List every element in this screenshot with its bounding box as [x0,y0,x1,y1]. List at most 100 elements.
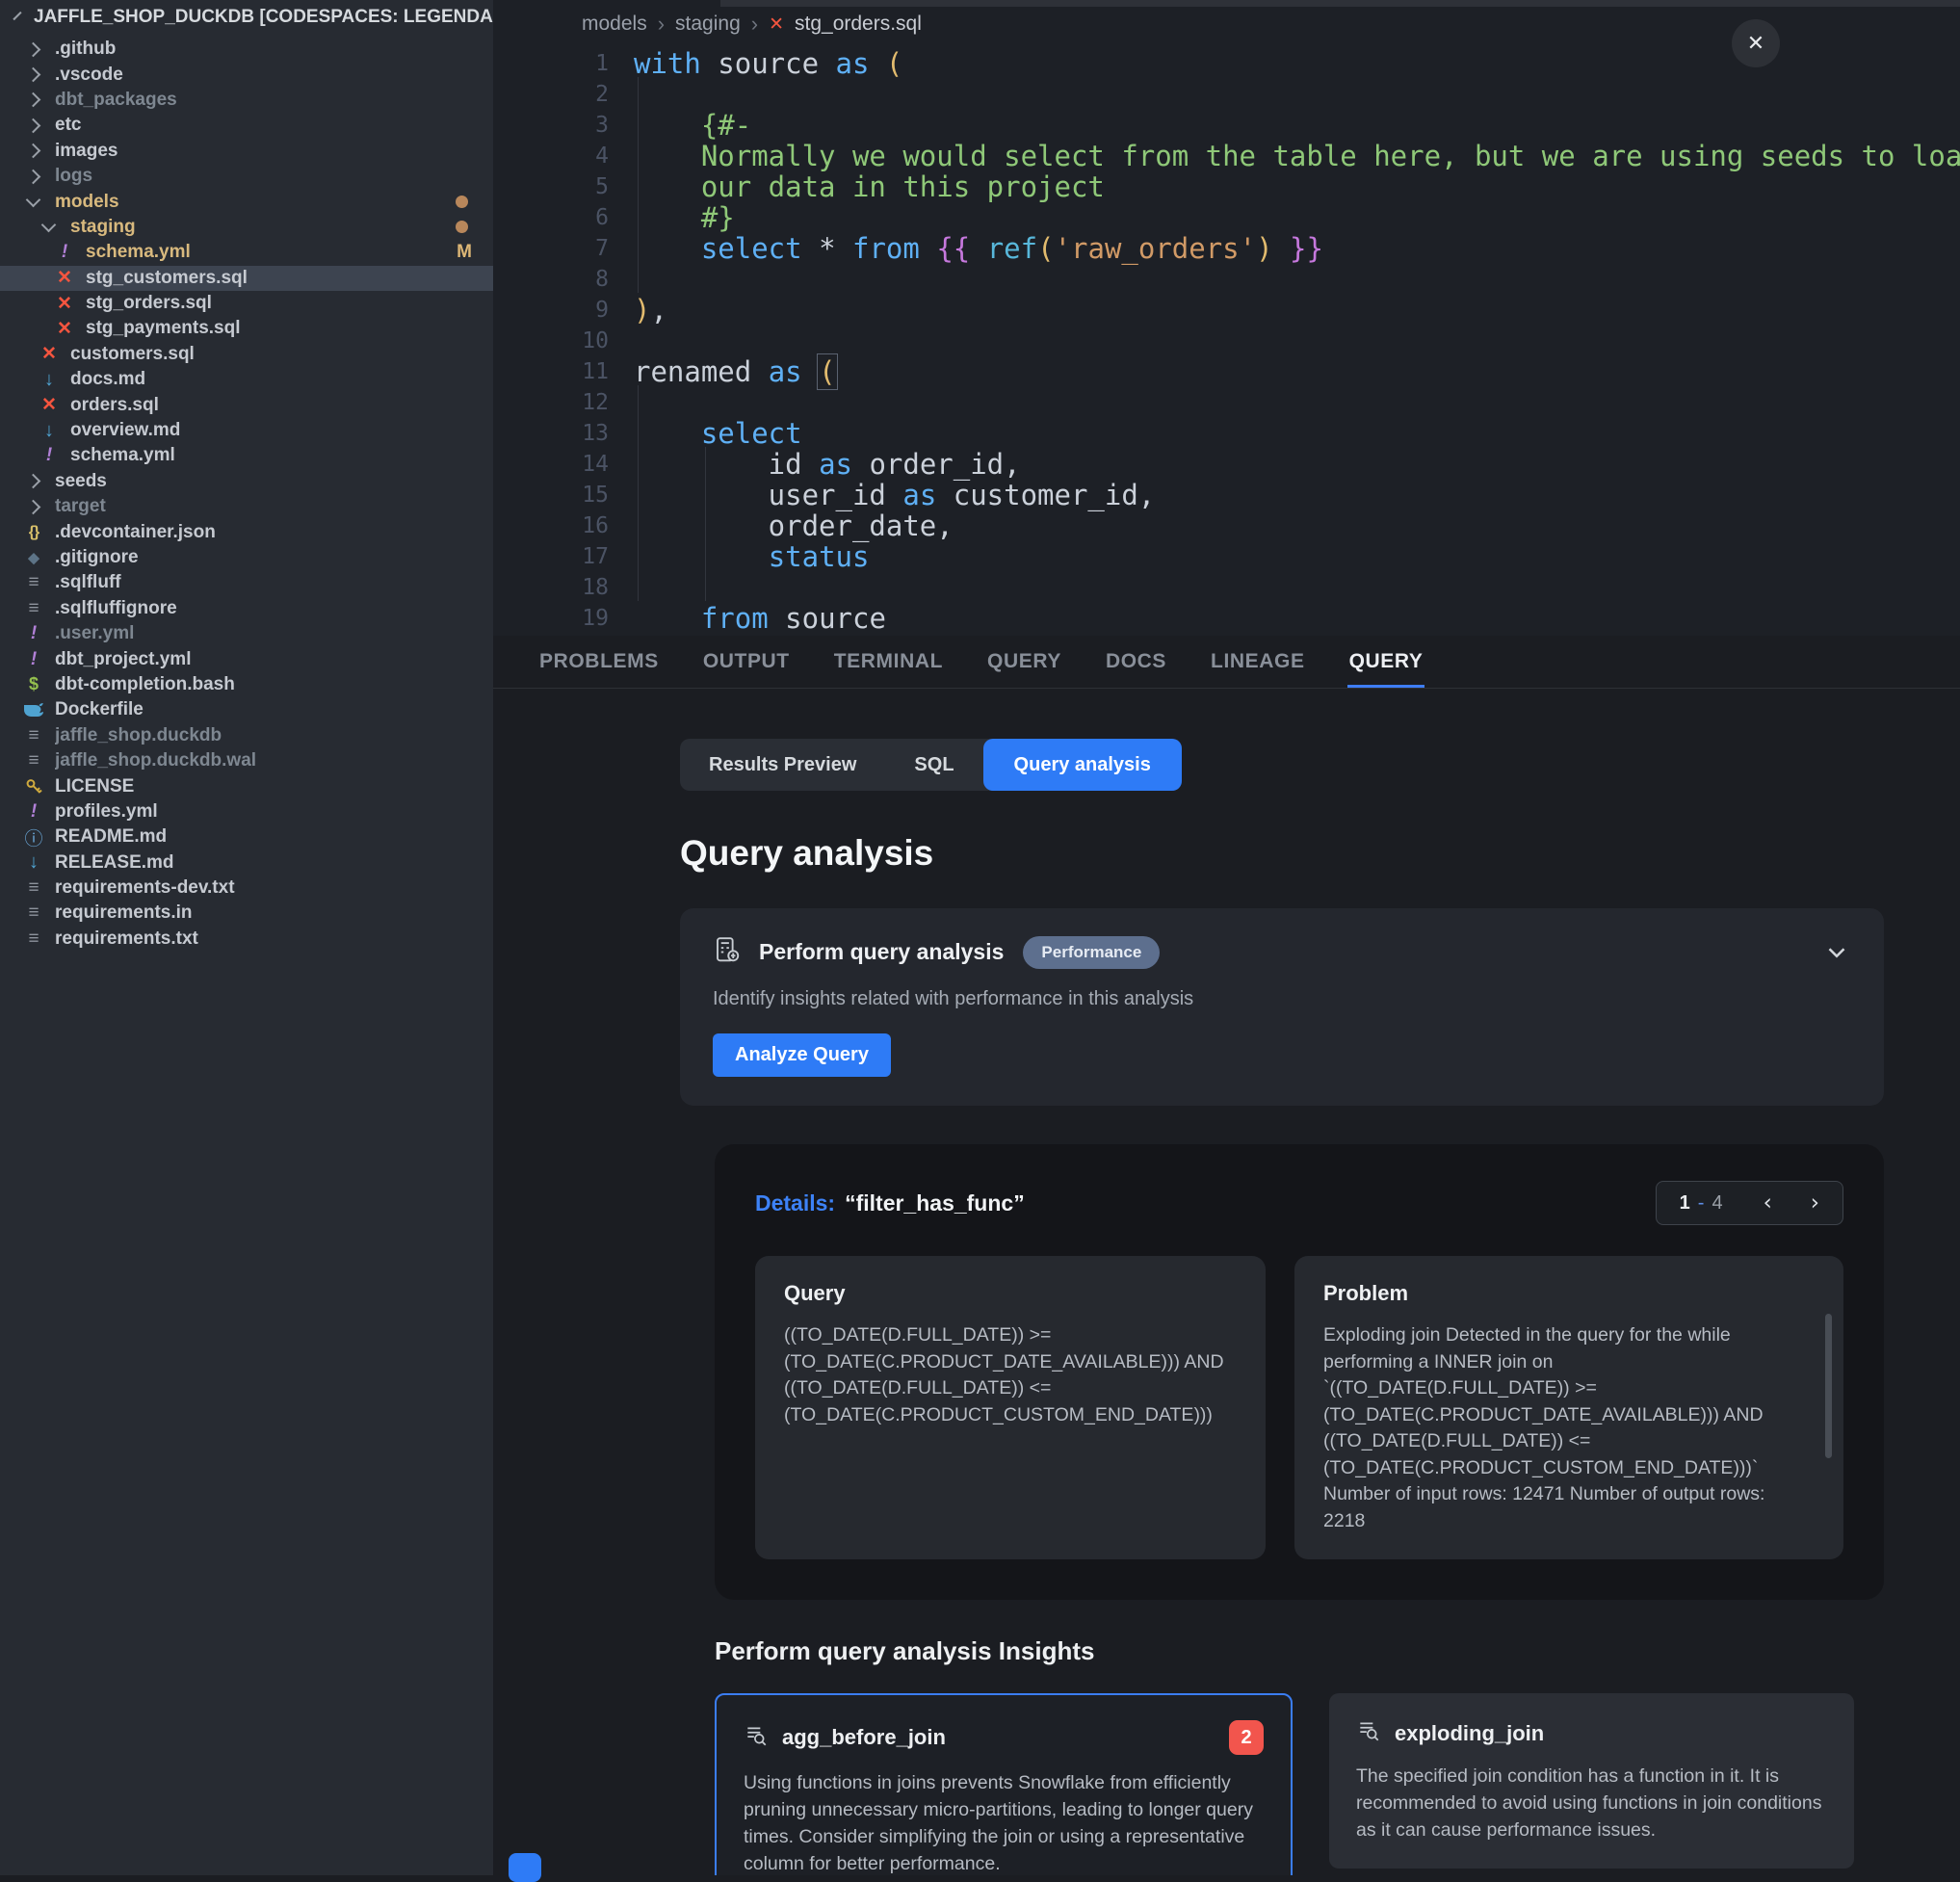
tree-file-profiles.yml[interactable]: !profiles.yml [0,799,493,824]
tree-folder-seeds[interactable]: seeds [0,469,493,494]
panel-tab-query-active[interactable]: QUERY [1349,650,1424,673]
code-text: select * from {{ ref('raw_orders') }} [634,233,1323,264]
tree-folder-etc[interactable]: etc [0,113,493,138]
tree-file-.sqlfluffignore[interactable]: ≡.sqlfluffignore [0,596,493,621]
tree-file-RELEASE.md[interactable]: ↓RELEASE.md [0,850,493,876]
code-line[interactable]: 7 select * from {{ ref('raw_orders') }} [493,233,1960,264]
tree-file-schema.yml[interactable]: !schema.yml [0,443,493,468]
code-line[interactable]: 15 user_id as customer_id, [493,480,1960,510]
tree-item-label: schema.yml [70,445,175,466]
tree-item-label: orders.sql [70,395,159,416]
tree-file-requirements.in[interactable]: ≡requirements.in [0,901,493,926]
tree-file-requirements-dev.txt[interactable]: ≡requirements-dev.txt [0,876,493,901]
tree-file-.gitignore[interactable]: ◆.gitignore [0,545,493,570]
code-line[interactable]: 6 #} [493,202,1960,233]
tree-item-label: docs.md [70,369,145,390]
chevron-left-icon[interactable]: ‹ [1764,1190,1772,1215]
project-title: JAFFLE_SHOP_DUCKDB [CODESPACES: LEGENDAR… [34,7,493,28]
tree-file-orders.sql[interactable]: ✕orders.sql [0,392,493,417]
code-line[interactable]: 9), [493,295,1960,326]
tree-item-label: jaffle_shop.duckdb.wal [55,750,256,771]
scrollbar-thumb[interactable] [1825,1314,1832,1458]
tree-file-jaffle_shop.duckdb.wal[interactable]: ≡jaffle_shop.duckdb.wal [0,748,493,773]
code-line[interactable]: 13 select [493,418,1960,449]
code-line[interactable]: 8 [493,264,1960,295]
panel-tab-terminal[interactable]: TERMINAL [834,650,943,673]
code-line[interactable]: 18 [493,572,1960,603]
breadcrumb-file[interactable]: stg_orders.sql [795,13,922,36]
tree-item-label: .devcontainer.json [55,522,216,543]
page-current: 1 [1680,1192,1690,1215]
details-rule-name: “filter_has_func” [845,1190,1025,1216]
tree-file-README.md[interactable]: ⓘREADME.md [0,824,493,850]
code-line[interactable]: 12 [493,387,1960,418]
tree-file-.user.yml[interactable]: !.user.yml [0,621,493,646]
insight-body: Using functions in joins prevents Snowfl… [744,1769,1264,1875]
code-text: select [634,418,802,449]
code-line[interactable]: 16 order_date, [493,510,1960,541]
git-status-badge: M [457,242,472,263]
cutoff-blue-element[interactable] [509,1853,541,1882]
panel-tab-lineage[interactable]: LINEAGE [1211,650,1305,673]
tree-item-label: stg_payments.sql [86,318,241,339]
code-line[interactable]: 10 [493,326,1960,356]
tree-folder-dbt_packages[interactable]: dbt_packages [0,88,493,113]
page-title: Query analysis [680,833,1960,874]
panel-tab-problems[interactable]: PROBLEMS [539,650,659,673]
tree-file-docs.md[interactable]: ↓docs.md [0,367,493,392]
tree-folder-staging[interactable]: staging [0,215,493,240]
analyze-query-button[interactable]: Analyze Query [713,1033,891,1077]
tree-file-.devcontainer.json[interactable]: {}.devcontainer.json [0,519,493,544]
tree-file-dbt_project.yml[interactable]: !dbt_project.yml [0,646,493,671]
breadcrumb-folder[interactable]: staging [675,13,741,36]
tree-file-customers.sql[interactable]: ✕customers.sql [0,342,493,367]
tree-folder-target[interactable]: target [0,494,493,519]
code-line[interactable]: 11renamed as ( [493,356,1960,387]
project-title-row[interactable]: JAFFLE_SHOP_DUCKDB [CODESPACES: LEGENDAR… [0,0,493,35]
tree-file-.sqlfluff[interactable]: ≡.sqlfluff [0,570,493,595]
query-card-body: ((TO_DATE(D.FULL_DATE)) >= (TO_DATE(C.PR… [784,1322,1237,1428]
indent-guide [638,77,639,293]
chevron-right-icon[interactable]: › [1811,1190,1819,1215]
page-separator: - [1698,1192,1705,1215]
code-line[interactable]: 4 Normally we would select from the tabl… [493,141,1960,171]
panel-tab-output[interactable]: OUTPUT [703,650,790,673]
code-line[interactable]: 2 [493,79,1960,110]
tree-folder-logs[interactable]: logs [0,164,493,189]
tree-file-requirements.txt[interactable]: ≡requirements.txt [0,927,493,952]
tree-file-schema.yml[interactable]: !schema.ymlM [0,240,493,265]
breadcrumb-folder[interactable]: models [582,13,647,36]
tree-folder-.vscode[interactable]: .vscode [0,62,493,87]
panel-tab-query[interactable]: QUERY [987,650,1061,673]
tree-folder-models[interactable]: models [0,189,493,214]
tree-folder-images[interactable]: images [0,139,493,164]
panel-tab-docs[interactable]: DOCS [1106,650,1166,673]
tree-file-LICENSE[interactable]: LICENSE [0,773,493,798]
breadcrumb[interactable]: models›staging›✕stg_orders.sql [582,12,922,37]
tree-file-stg_payments.sql[interactable]: ✕stg_payments.sql [0,316,493,341]
code-line[interactable]: 5 our data in this project [493,171,1960,202]
code-area[interactable]: 1with source as (23 {#-4 Normally we wou… [493,48,1960,634]
tree-file-dbt-completion.bash[interactable]: $dbt-completion.bash [0,672,493,697]
tree-folder-.github[interactable]: .github [0,37,493,62]
lines-icon: ≡ [21,572,46,593]
code-editor: models›staging›✕stg_orders.sql 1with sou… [493,0,1960,636]
tree-file-jaffle_shop.duckdb[interactable]: ≡jaffle_shop.duckdb [0,723,493,748]
view-tab-query-analysis[interactable]: Query analysis [983,739,1182,791]
code-line[interactable]: 3 {#- [493,110,1960,141]
code-line[interactable]: 14 id as order_id, [493,449,1960,480]
view-tab-sql[interactable]: SQL [885,754,982,776]
insight-card-exploding_join[interactable]: exploding_joinThe specified join conditi… [1329,1693,1854,1869]
insight-title: agg_before_join [782,1725,946,1750]
tree-file-stg_customers.sql[interactable]: ✕stg_customers.sql [0,266,493,291]
chevron-down-icon[interactable] [1822,938,1851,967]
lines-icon: ≡ [21,902,46,924]
tree-file-overview.md[interactable]: ↓overview.md [0,418,493,443]
view-tab-results-preview[interactable]: Results Preview [680,754,885,776]
tree-file-Dockerfile[interactable]: Dockerfile [0,697,493,722]
tree-file-stg_orders.sql[interactable]: ✕stg_orders.sql [0,291,493,316]
code-line[interactable]: 19 from source [493,603,1960,634]
close-icon[interactable]: ✕ [1732,19,1780,67]
insight-card-agg_before_join[interactable]: agg_before_join2Using functions in joins… [715,1693,1293,1875]
code-line[interactable]: 17 status [493,541,1960,572]
